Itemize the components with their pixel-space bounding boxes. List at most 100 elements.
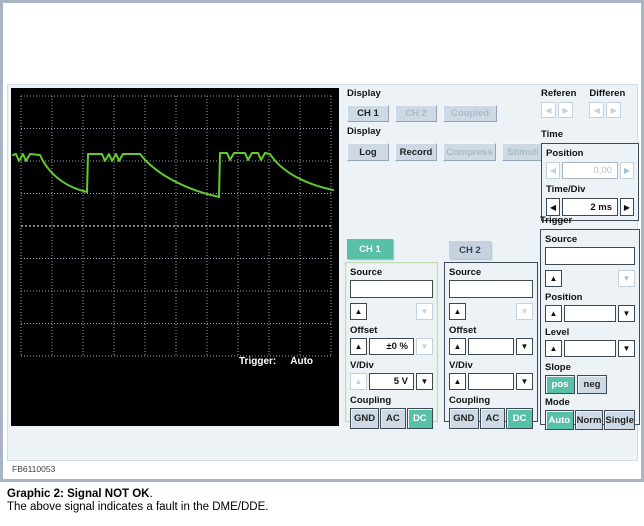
ch1-vdiv-value[interactable]: 5 V xyxy=(369,373,414,390)
ch2-offset-down-button[interactable]: ▼ xyxy=(516,338,533,355)
left-arrow-icon: ◀ xyxy=(549,166,557,175)
down-arrow-icon: ▼ xyxy=(622,309,631,318)
ch2-vdiv-down-button[interactable]: ▼ xyxy=(516,373,533,390)
ch1-panel: Source ▲ ▼ Offset ▲ ±0 % ▼ V/Div ▲ 5 V ▼ xyxy=(345,262,438,429)
waveform-trace xyxy=(12,152,334,198)
up-arrow-icon: ▲ xyxy=(453,307,462,316)
tab-ch1[interactable]: CH 1 xyxy=(347,239,393,259)
scope-display: Trigger: Auto xyxy=(11,88,339,426)
trigger-source-input[interactable] xyxy=(545,247,635,265)
reference-left-button[interactable]: ◀ xyxy=(541,102,556,118)
trigger-level-value[interactable] xyxy=(564,340,616,357)
down-arrow-icon: ▼ xyxy=(622,274,631,283)
up-arrow-icon: ▲ xyxy=(453,342,462,351)
display-mode-group: Display Log Record Compress Stimuli xyxy=(347,126,544,161)
time-panel: Position ◀ 0,00 ▶ Time/Div ◀ 2 ms ▶ xyxy=(541,143,639,221)
ch2-source-input[interactable] xyxy=(449,280,533,298)
trigger-level-label: Level xyxy=(545,327,570,338)
trigger-position-up-button[interactable]: ▲ xyxy=(545,305,562,322)
display-coupled-button[interactable]: Coupled xyxy=(443,105,497,122)
difference-right-button[interactable]: ▶ xyxy=(606,102,622,118)
up-arrow-icon: ▲ xyxy=(549,274,558,283)
timediv-right-button[interactable]: ▶ xyxy=(620,198,634,216)
trigger-slope-neg-button[interactable]: neg xyxy=(577,375,607,394)
ch1-coupling-label: Coupling xyxy=(350,395,392,406)
ch2-coupling-ac-button[interactable]: AC xyxy=(479,408,506,429)
ch1-source-up-button[interactable]: ▲ xyxy=(350,303,367,320)
graphic-frame: Trigger: Auto Display CH 1 CH 2 Coupled … xyxy=(0,0,644,482)
ch1-vdiv-up-button[interactable]: ▲ xyxy=(350,373,367,390)
up-arrow-icon: ▲ xyxy=(549,309,558,318)
trigger-mode-single-button[interactable]: Single xyxy=(604,410,635,430)
ch1-offset-value[interactable]: ±0 % xyxy=(369,338,414,355)
down-arrow-icon: ▼ xyxy=(420,307,429,316)
trigger-mode-auto-button[interactable]: Auto xyxy=(545,410,574,430)
ch2-vdiv-value[interactable] xyxy=(468,373,514,390)
stimuli-button[interactable]: Stimuli xyxy=(502,143,544,161)
ch1-coupling-dc-button[interactable]: DC xyxy=(406,408,433,429)
down-arrow-icon: ▼ xyxy=(420,342,429,351)
right-arrow-icon: ▶ xyxy=(623,202,631,212)
ch2-panel: Source ▲ ▼ Offset ▲ ▼ V/Div ▲ ▼ Coupling… xyxy=(444,262,538,429)
left-arrow-icon: ◀ xyxy=(545,105,552,115)
ch1-coupling-ac-button[interactable]: AC xyxy=(380,408,406,429)
caption-title-period: . xyxy=(149,488,153,500)
trigger-label: Trigger xyxy=(540,215,573,226)
trigger-position-value[interactable] xyxy=(564,305,616,322)
trigger-source-up-button[interactable]: ▲ xyxy=(545,270,562,287)
ch2-coupling-gnd-button[interactable]: GND xyxy=(449,408,479,429)
ch1-offset-label: Offset xyxy=(350,325,378,336)
down-arrow-icon: ▼ xyxy=(622,344,631,353)
ch1-coupling-gnd-button[interactable]: GND xyxy=(350,408,380,429)
trigger-mode-norm-button[interactable]: Norm xyxy=(574,410,604,430)
up-arrow-icon: ▲ xyxy=(354,307,363,316)
trigger-readout-label: Trigger: xyxy=(239,356,277,367)
down-arrow-icon: ▼ xyxy=(520,342,529,351)
difference-group: Differen ◀ ▶ xyxy=(589,88,625,118)
ch2-offset-up-button[interactable]: ▲ xyxy=(449,338,466,355)
caption-title-text: Graphic 2: Signal NOT OK xyxy=(7,488,150,500)
trigger-position-down-button[interactable]: ▼ xyxy=(618,305,635,322)
time-position-value[interactable]: 0,00 xyxy=(562,162,618,179)
ch2-source-down-button[interactable]: ▼ xyxy=(516,303,533,320)
ch2-vdiv-up-button[interactable]: ▲ xyxy=(449,373,466,390)
difference-left-button[interactable]: ◀ xyxy=(589,102,605,118)
ch1-vdiv-label: V/Div xyxy=(350,360,374,371)
caption-title: Graphic 2: Signal NOT OK. xyxy=(7,488,268,501)
ch1-offset-down-button[interactable]: ▼ xyxy=(416,338,433,355)
down-arrow-icon: ▼ xyxy=(520,307,529,316)
trigger-source-label: Source xyxy=(545,234,578,245)
right-arrow-icon: ▶ xyxy=(562,105,569,115)
trigger-level-up-button[interactable]: ▲ xyxy=(545,340,562,357)
ch2-offset-value[interactable] xyxy=(468,338,514,355)
trigger-source-down-button[interactable]: ▼ xyxy=(618,270,635,287)
reference-label: Referen xyxy=(541,88,577,99)
ch1-offset-up-button[interactable]: ▲ xyxy=(350,338,367,355)
trigger-level-down-button[interactable]: ▼ xyxy=(618,340,635,357)
trigger-slope-label: Slope xyxy=(545,362,571,373)
left-arrow-icon: ◀ xyxy=(593,105,600,115)
up-arrow-icon: ▲ xyxy=(354,377,363,386)
ch1-source-input[interactable] xyxy=(350,280,433,298)
reference-right-button[interactable]: ▶ xyxy=(558,102,573,118)
tab-ch2[interactable]: CH 2 xyxy=(449,241,491,259)
ch1-source-down-button[interactable]: ▼ xyxy=(416,303,433,320)
time-position-left-button[interactable]: ◀ xyxy=(546,162,560,179)
timediv-left-button[interactable]: ◀ xyxy=(546,198,560,216)
ch2-coupling-dc-button[interactable]: DC xyxy=(506,408,533,429)
trigger-slope-pos-button[interactable]: pos xyxy=(545,375,575,394)
time-group: Time Position ◀ 0,00 ▶ Time/Div ◀ 2 ms ▶ xyxy=(541,129,639,221)
right-arrow-icon: ▶ xyxy=(610,105,617,115)
record-button[interactable]: Record xyxy=(395,143,437,161)
display-channel-group: Display CH 1 CH 2 Coupled xyxy=(347,88,497,122)
trigger-mode-label: Mode xyxy=(545,397,570,408)
timediv-value[interactable]: 2 ms xyxy=(562,198,618,216)
down-arrow-icon: ▼ xyxy=(520,377,529,386)
log-button[interactable]: Log xyxy=(347,143,389,161)
ch1-vdiv-down-button[interactable]: ▼ xyxy=(416,373,433,390)
display-ch2-button[interactable]: CH 2 xyxy=(395,105,437,122)
ch2-source-up-button[interactable]: ▲ xyxy=(449,303,466,320)
compress-button[interactable]: Compress xyxy=(443,143,496,161)
display-ch1-button[interactable]: CH 1 xyxy=(347,105,389,122)
time-position-right-button[interactable]: ▶ xyxy=(620,162,634,179)
